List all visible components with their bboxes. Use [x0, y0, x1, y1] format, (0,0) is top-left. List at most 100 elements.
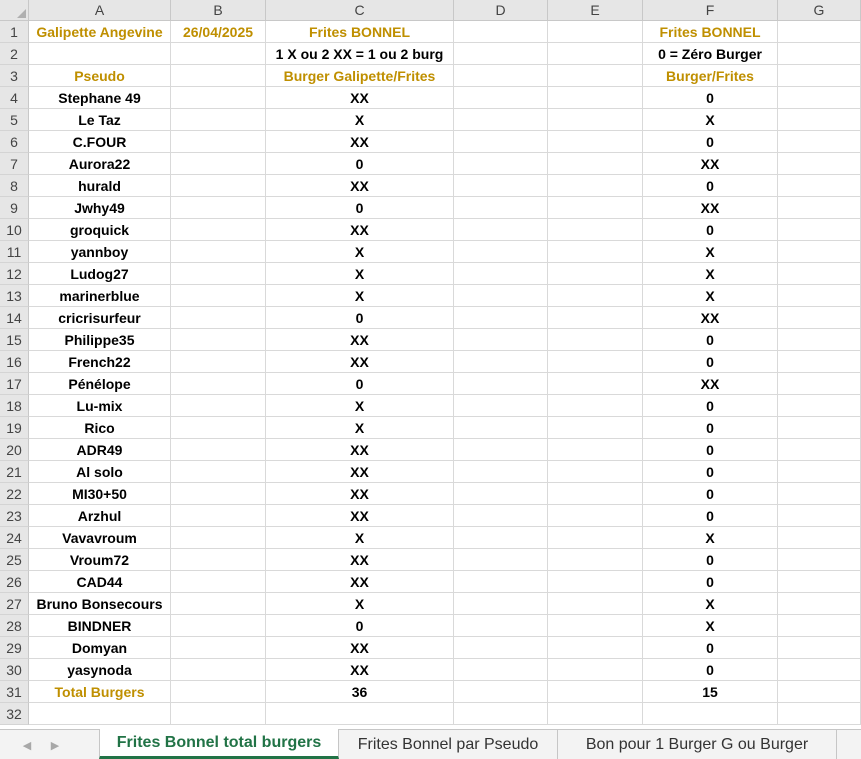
- row-header-29[interactable]: 29: [0, 637, 29, 659]
- cell-e13[interactable]: [548, 285, 643, 307]
- cell-d20[interactable]: [454, 439, 548, 461]
- cell-g25[interactable]: [778, 549, 861, 571]
- cell-e31[interactable]: [548, 681, 643, 703]
- cell-d18[interactable]: [454, 395, 548, 417]
- cell-g10[interactable]: [778, 219, 861, 241]
- cell-b23[interactable]: [171, 505, 266, 527]
- row-header-1[interactable]: 1: [0, 21, 29, 43]
- column-header-b[interactable]: B: [171, 0, 266, 21]
- cell-e20[interactable]: [548, 439, 643, 461]
- cell-c17[interactable]: 0: [266, 373, 454, 395]
- column-header-a[interactable]: A: [29, 0, 171, 21]
- cell-f14[interactable]: XX: [643, 307, 778, 329]
- cell-c10[interactable]: XX: [266, 219, 454, 241]
- cell-b28[interactable]: [171, 615, 266, 637]
- cell-b26[interactable]: [171, 571, 266, 593]
- cell-f17[interactable]: XX: [643, 373, 778, 395]
- cell-g23[interactable]: [778, 505, 861, 527]
- cell-d3[interactable]: [454, 65, 548, 87]
- cell-f4[interactable]: 0: [643, 87, 778, 109]
- cell-f5[interactable]: X: [643, 109, 778, 131]
- cell-a13[interactable]: marinerblue: [29, 285, 171, 307]
- cell-g22[interactable]: [778, 483, 861, 505]
- cell-a25[interactable]: Vroum72: [29, 549, 171, 571]
- cell-c19[interactable]: X: [266, 417, 454, 439]
- cell-f19[interactable]: 0: [643, 417, 778, 439]
- cell-g2[interactable]: [778, 43, 861, 65]
- cell-e1[interactable]: [548, 21, 643, 43]
- cell-e23[interactable]: [548, 505, 643, 527]
- cell-d13[interactable]: [454, 285, 548, 307]
- row-header-32[interactable]: 32: [0, 703, 29, 725]
- cell-a31[interactable]: Total Burgers: [29, 681, 171, 703]
- cell-a23[interactable]: Arzhul: [29, 505, 171, 527]
- cell-g12[interactable]: [778, 263, 861, 285]
- cell-a11[interactable]: yannboy: [29, 241, 171, 263]
- sheet-tab-1[interactable]: Frites Bonnel total burgers: [99, 729, 339, 759]
- cell-f2[interactable]: 0 = Zéro Burger: [643, 43, 778, 65]
- cell-c5[interactable]: X: [266, 109, 454, 131]
- row-header-7[interactable]: 7: [0, 153, 29, 175]
- cell-b25[interactable]: [171, 549, 266, 571]
- cell-c22[interactable]: XX: [266, 483, 454, 505]
- cell-b20[interactable]: [171, 439, 266, 461]
- cell-g9[interactable]: [778, 197, 861, 219]
- cell-a30[interactable]: yasynoda: [29, 659, 171, 681]
- cell-d32[interactable]: [454, 703, 548, 725]
- cell-b27[interactable]: [171, 593, 266, 615]
- cell-f8[interactable]: 0: [643, 175, 778, 197]
- cell-b30[interactable]: [171, 659, 266, 681]
- cell-f20[interactable]: 0: [643, 439, 778, 461]
- cell-a18[interactable]: Lu-mix: [29, 395, 171, 417]
- cell-b17[interactable]: [171, 373, 266, 395]
- cell-g4[interactable]: [778, 87, 861, 109]
- cell-b11[interactable]: [171, 241, 266, 263]
- cell-b22[interactable]: [171, 483, 266, 505]
- row-header-25[interactable]: 25: [0, 549, 29, 571]
- cell-g27[interactable]: [778, 593, 861, 615]
- cell-e2[interactable]: [548, 43, 643, 65]
- cell-d22[interactable]: [454, 483, 548, 505]
- cell-f18[interactable]: 0: [643, 395, 778, 417]
- cell-b18[interactable]: [171, 395, 266, 417]
- cell-a32[interactable]: [29, 703, 171, 725]
- cell-e4[interactable]: [548, 87, 643, 109]
- cell-a19[interactable]: Rico: [29, 417, 171, 439]
- cell-g28[interactable]: [778, 615, 861, 637]
- cell-f23[interactable]: 0: [643, 505, 778, 527]
- cell-f30[interactable]: 0: [643, 659, 778, 681]
- cell-c24[interactable]: X: [266, 527, 454, 549]
- cell-d16[interactable]: [454, 351, 548, 373]
- cell-b21[interactable]: [171, 461, 266, 483]
- cell-e8[interactable]: [548, 175, 643, 197]
- cell-c7[interactable]: 0: [266, 153, 454, 175]
- cell-e21[interactable]: [548, 461, 643, 483]
- row-header-21[interactable]: 21: [0, 461, 29, 483]
- cell-g5[interactable]: [778, 109, 861, 131]
- column-header-g[interactable]: G: [778, 0, 861, 21]
- sheet-tab-3[interactable]: Bon pour 1 Burger G ou Burger: [558, 730, 837, 759]
- cell-f7[interactable]: XX: [643, 153, 778, 175]
- cell-e25[interactable]: [548, 549, 643, 571]
- cell-c28[interactable]: 0: [266, 615, 454, 637]
- row-header-26[interactable]: 26: [0, 571, 29, 593]
- cell-g1[interactable]: [778, 21, 861, 43]
- cell-d15[interactable]: [454, 329, 548, 351]
- cell-f32[interactable]: [643, 703, 778, 725]
- cell-f28[interactable]: X: [643, 615, 778, 637]
- cell-a12[interactable]: Ludog27: [29, 263, 171, 285]
- cell-a22[interactable]: MI30+50: [29, 483, 171, 505]
- cell-a28[interactable]: BINDNER: [29, 615, 171, 637]
- cell-b19[interactable]: [171, 417, 266, 439]
- column-header-d[interactable]: D: [454, 0, 548, 21]
- cell-f22[interactable]: 0: [643, 483, 778, 505]
- cell-e10[interactable]: [548, 219, 643, 241]
- cell-g26[interactable]: [778, 571, 861, 593]
- cell-b32[interactable]: [171, 703, 266, 725]
- cell-b6[interactable]: [171, 131, 266, 153]
- cell-a20[interactable]: ADR49: [29, 439, 171, 461]
- row-header-5[interactable]: 5: [0, 109, 29, 131]
- cell-d9[interactable]: [454, 197, 548, 219]
- cell-d1[interactable]: [454, 21, 548, 43]
- cell-b5[interactable]: [171, 109, 266, 131]
